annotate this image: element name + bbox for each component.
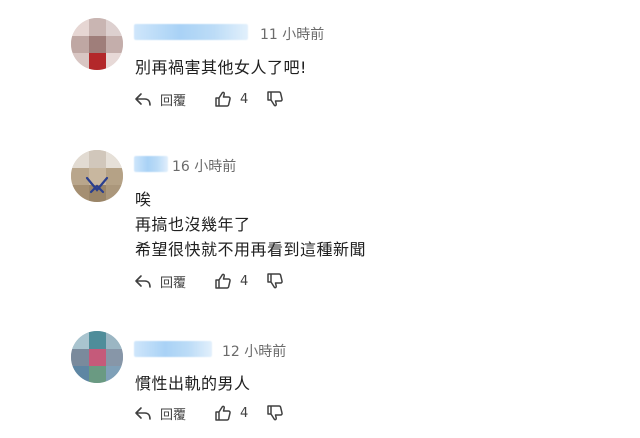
like-count: 4: [240, 405, 249, 421]
avatar[interactable]: [71, 331, 123, 383]
comment-text-line: 唉: [135, 190, 152, 209]
comment-timestamp: 11 小時前: [260, 27, 325, 43]
comment-actions: 回覆 4: [134, 402, 284, 424]
username-blurred[interactable]: [134, 24, 248, 40]
thumbs-up-icon: [214, 272, 232, 290]
comment-actions: 回覆 4: [134, 88, 284, 110]
like-button[interactable]: 4: [214, 272, 266, 290]
dislike-button[interactable]: [266, 272, 284, 290]
comment-text-line: 慣性出軌的男人: [135, 374, 251, 393]
like-button[interactable]: 4: [214, 90, 266, 108]
like-count: 4: [240, 91, 249, 107]
comment-timestamp: 12 小時前: [222, 344, 287, 360]
thumbs-down-icon: [266, 272, 284, 290]
like-count: 4: [240, 273, 249, 289]
like-button[interactable]: 4: [214, 404, 266, 422]
reply-button[interactable]: 回覆: [134, 272, 214, 291]
comment-text-line: 別再禍害其他女人了吧!: [135, 58, 307, 77]
avatar[interactable]: [71, 18, 123, 70]
comment-actions: 回覆 4: [134, 270, 284, 292]
thumbs-up-icon: [214, 90, 232, 108]
comment-timestamp: 16 小時前: [172, 159, 237, 175]
comment-text-line: 再搞也沒幾年了: [135, 215, 251, 234]
thumbs-up-icon: [214, 404, 232, 422]
comment-text-line: 希望很快就不用再看到這種新聞: [135, 240, 367, 259]
avatar[interactable]: [71, 150, 123, 202]
dislike-button[interactable]: [266, 404, 284, 422]
reply-label: 回覆: [160, 275, 187, 291]
username-blurred[interactable]: [134, 156, 168, 172]
thumbs-down-icon: [266, 404, 284, 422]
reply-arrow-icon: [134, 405, 152, 421]
reply-arrow-icon: [134, 91, 152, 107]
reply-label: 回覆: [160, 407, 187, 423]
username-blurred[interactable]: [134, 341, 212, 357]
reply-arrow-icon: [134, 273, 152, 289]
thumbs-down-icon: [266, 90, 284, 108]
reply-button[interactable]: 回覆: [134, 404, 214, 423]
reply-label: 回覆: [160, 93, 187, 109]
comments-page: 11 小時前 別再禍害其他女人了吧! 回覆 4 16 小時前 唉 再搞也沒幾年了…: [0, 0, 640, 438]
dislike-button[interactable]: [266, 90, 284, 108]
reply-button[interactable]: 回覆: [134, 90, 214, 109]
